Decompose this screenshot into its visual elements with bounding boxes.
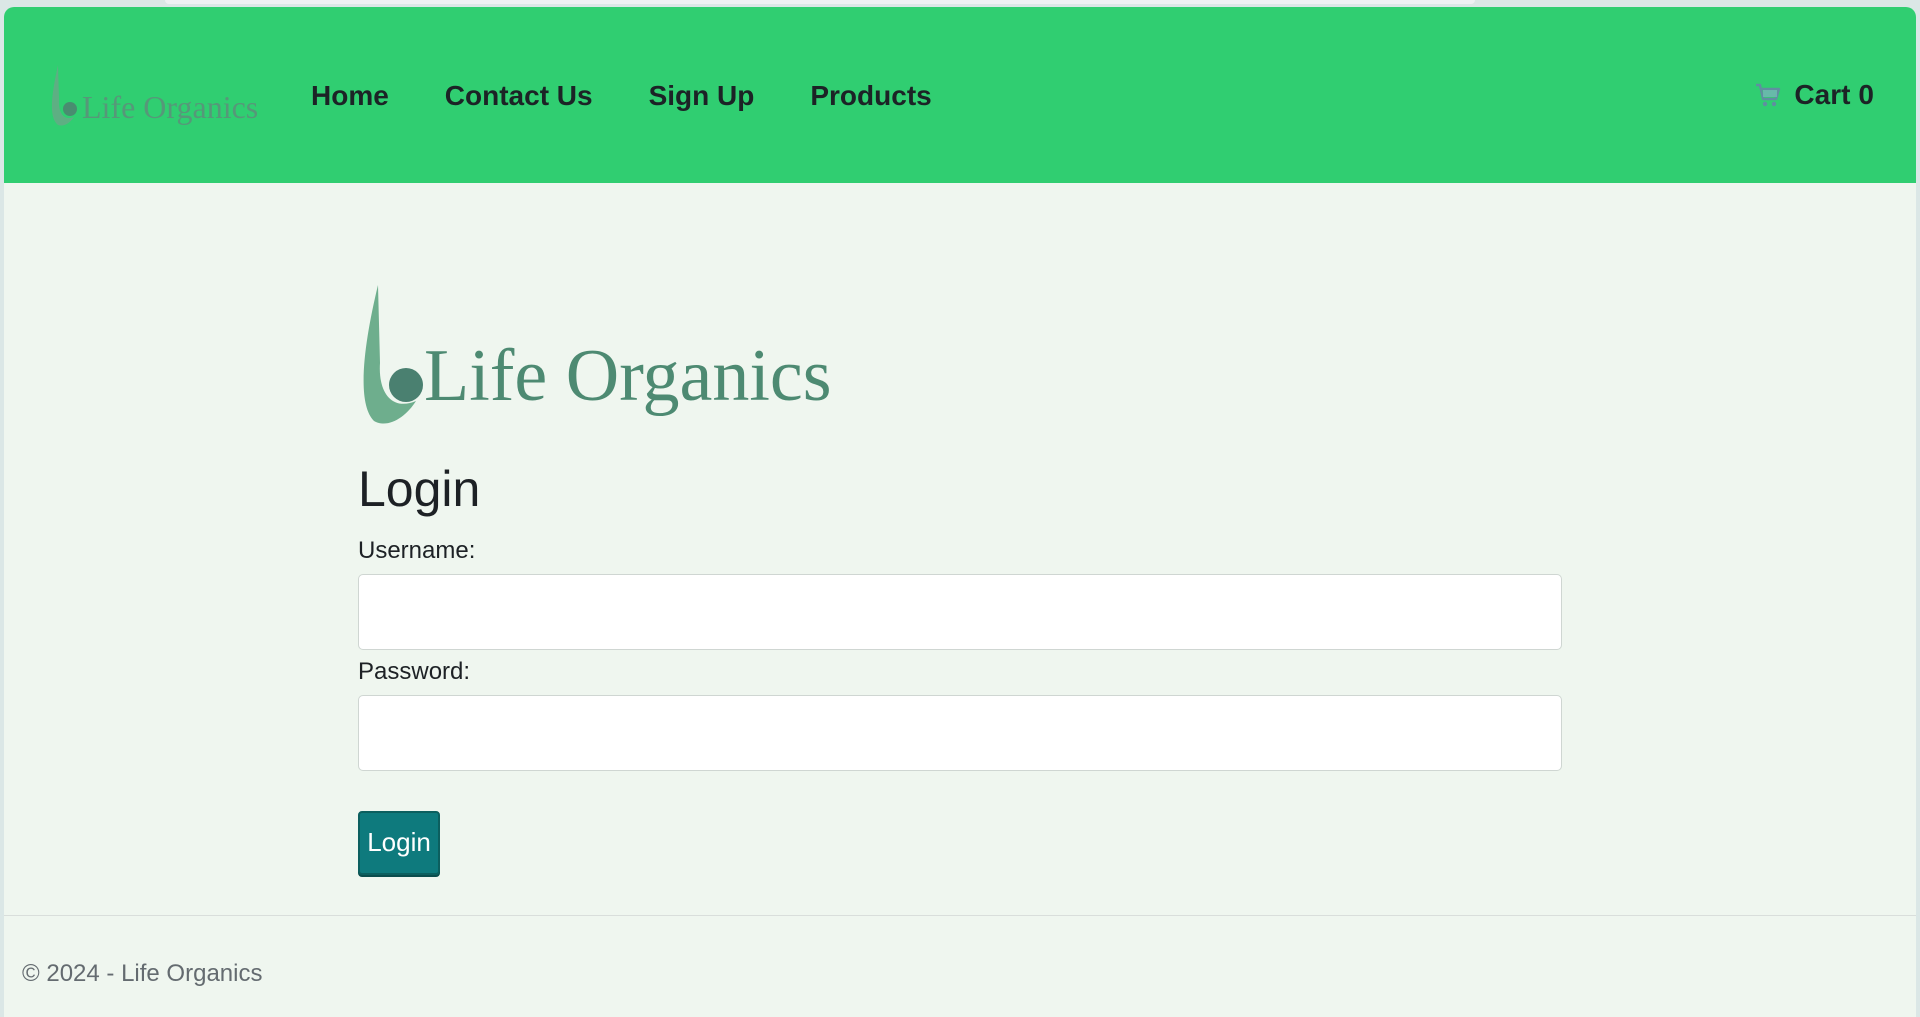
cart-label: Cart bbox=[1794, 79, 1851, 110]
password-field[interactable] bbox=[358, 694, 1562, 771]
username-label: Username: bbox=[358, 537, 476, 564]
cart-count: 0 bbox=[1858, 79, 1874, 110]
login-form: Username: Password: Login bbox=[358, 537, 1568, 875]
footer: © 2024 - Life Organics bbox=[4, 915, 1916, 1017]
nav-link-sign-up[interactable]: Sign Up bbox=[649, 79, 755, 113]
nav-link-products[interactable]: Products bbox=[810, 79, 931, 113]
nav-links: Home Contact Us Sign Up Products bbox=[311, 79, 988, 113]
nav-logo-text: Life Organics bbox=[82, 89, 259, 125]
login-button[interactable]: Login bbox=[358, 810, 440, 875]
browser-top-strip bbox=[165, 0, 1475, 4]
page-title: Login bbox=[358, 461, 481, 517]
page-frame: Life Organics Home Contact Us Sign Up Pr… bbox=[4, 7, 1916, 1017]
cart-button[interactable]: Cart 0 bbox=[1754, 79, 1874, 111]
username-field[interactable] bbox=[358, 573, 1562, 650]
footer-copyright: © 2024 - Life Organics bbox=[22, 960, 263, 987]
navbar: Life Organics Home Contact Us Sign Up Pr… bbox=[4, 7, 1916, 183]
hero-logo: Life Organics bbox=[358, 277, 1568, 427]
leaf-logo-icon bbox=[51, 65, 77, 126]
nav-link-home[interactable]: Home bbox=[311, 79, 389, 113]
cart-icon bbox=[1754, 81, 1782, 109]
leaf-logo-icon bbox=[363, 285, 423, 424]
nav-logo[interactable]: Life Organics bbox=[50, 63, 258, 127]
nav-link-contact-us[interactable]: Contact Us bbox=[445, 79, 593, 113]
login-content: Life Organics Login Username: Password: … bbox=[358, 277, 1568, 875]
password-label: Password: bbox=[358, 657, 471, 685]
hero-logo-text: Life Organics bbox=[424, 335, 832, 417]
